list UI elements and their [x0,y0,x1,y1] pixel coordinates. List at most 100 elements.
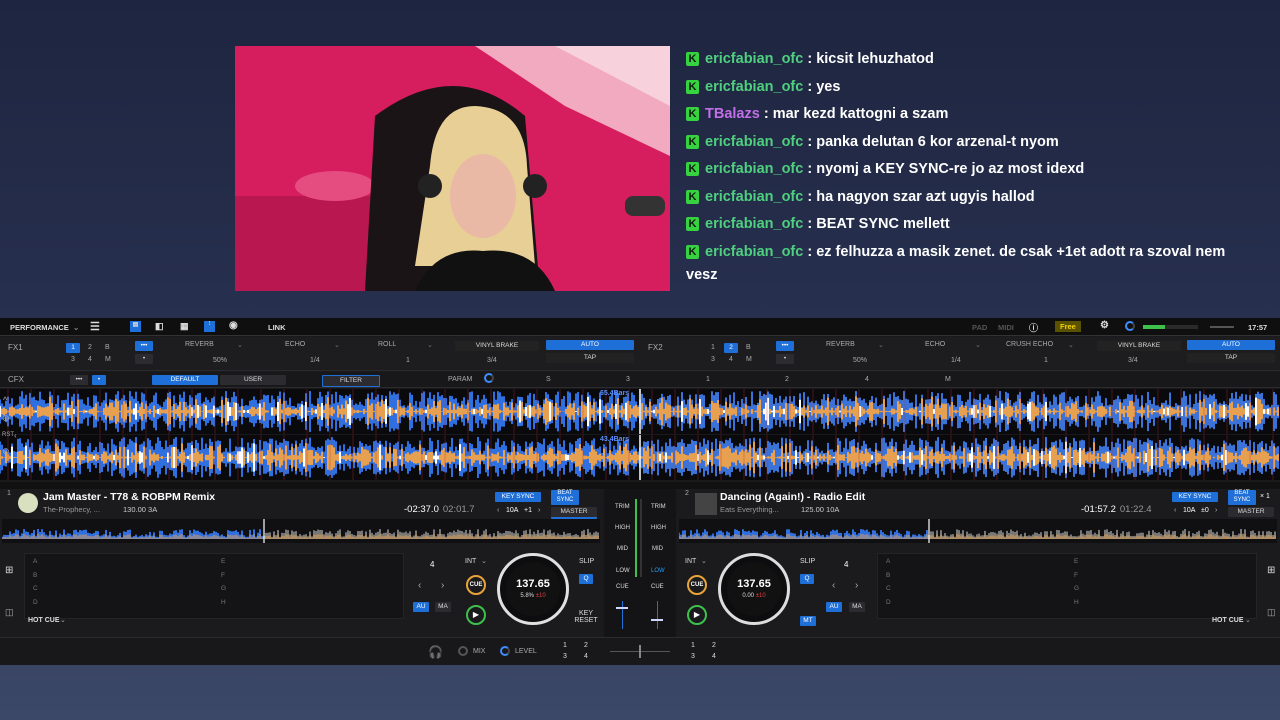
cfx-more-button[interactable]: ••• [70,375,88,385]
chevron-right-icon[interactable]: › [538,507,540,514]
pad-grid-icon[interactable]: ⊞ [1267,565,1275,576]
fx1-beat-m[interactable]: M [105,356,111,363]
fx2-more-button[interactable]: ••• [776,341,794,351]
deck2-pad-a[interactable]: A [886,558,890,565]
menu-icon[interactable]: ☰ [90,320,100,333]
reset-zoom-button[interactable]: RST [2,432,14,438]
cfx-power-button[interactable]: • [92,375,106,385]
chevron-left-icon[interactable]: ‹ [418,580,421,591]
free-badge[interactable]: Free [1055,321,1081,332]
deck2-quantize-button[interactable]: Q [800,574,814,584]
fx1-power-button[interactable]: • [135,354,153,364]
deck2-pad-f[interactable]: F [1074,572,1078,579]
deck2-pad-e[interactable]: E [1074,558,1078,565]
sampler-bank-4b[interactable]: 4 [712,653,716,660]
deck2-pad-b[interactable]: B [886,572,890,579]
deck1-hotcue-select[interactable]: HOT CUE [28,617,60,624]
deck1-slip-button[interactable]: SLIP [579,558,594,565]
chat-username[interactable]: ericfabian_ofc [705,216,803,232]
deck1-play-button[interactable]: ▶ [466,605,486,625]
chevron-down-icon[interactable]: ⌄ [1068,341,1074,349]
gear-icon[interactable]: ⚙ [1100,320,1109,331]
deck2-hotcue-select[interactable]: HOT CUE [1212,617,1244,624]
chevron-left-icon[interactable]: ‹ [497,507,499,514]
deck2-volume-fader[interactable] [657,601,658,629]
deck1-ma-button[interactable]: MA [435,602,451,612]
deck1-fader-handle[interactable] [616,607,628,609]
fx1-slot1[interactable]: REVERB [185,341,214,348]
chevron-right-icon[interactable]: › [855,580,858,591]
fx2-beat-2[interactable]: 2 [724,343,738,353]
zoom-in-icon[interactable]: ⊕ [2,413,10,424]
zoom-out-icon[interactable]: ⊖ [2,446,10,457]
crossfader-handle[interactable] [639,645,641,658]
chat-username[interactable]: TBalazs [705,106,760,122]
sampler-bank-1[interactable]: 1 [563,642,567,649]
deck1-pad-a[interactable]: A [33,558,37,565]
deck1-quantize-button[interactable]: Q [579,574,593,584]
deck2-beat-sync-button[interactable]: BEAT SYNC [1228,490,1256,505]
chevron-down-icon[interactable]: ⌄ [73,323,79,332]
fx1-tap-button[interactable]: TAP [546,353,634,363]
deck1-waveform[interactable]: 65.4Bars [0,389,1280,434]
chevron-down-icon[interactable]: ⌄ [481,557,487,565]
deck2-pad-g[interactable]: G [1074,585,1079,592]
deck2-master-button[interactable]: MASTER [1228,507,1274,517]
record-icon[interactable]: ◉ [229,320,238,331]
fx2-slot3[interactable]: CRUSH ECHO [1006,341,1053,348]
deck2-slip-button[interactable]: SLIP [800,558,815,565]
deck2-overview[interactable] [679,519,1277,543]
sampler-icon[interactable]: ◫ [5,607,14,618]
deck2-waveform[interactable]: 43.4Bars [0,435,1280,480]
deck2-pad-h[interactable]: H [1074,599,1079,606]
fx2-beat-3[interactable]: 3 [711,356,715,363]
fx1-vinyl-brake[interactable]: VINYL BRAKE [455,341,539,351]
fx1-beat-2[interactable]: 2 [88,344,92,351]
chevron-left-icon[interactable]: ‹ [1174,507,1176,514]
chevron-right-icon[interactable]: › [1215,507,1217,514]
performance-mode-select[interactable]: PERFORMANCE [10,323,69,332]
deck1-key-sync-button[interactable]: KEY SYNC [495,492,541,502]
fx2-slot1[interactable]: REVERB [826,341,855,348]
chat-username[interactable]: ericfabian_ofc [705,134,803,150]
deck2-cue-button[interactable]: CUE [687,575,707,595]
info-icon[interactable]: ⓘ [1029,321,1038,334]
fx2-beat-m[interactable]: M [746,356,752,363]
deck1-jog-wheel[interactable]: 137.65 5.8% ±10 [497,553,569,625]
deck2-mt-button[interactable]: MT [800,616,816,626]
headphones-icon[interactable]: 🎧 [428,645,443,659]
fx1-beat-b[interactable]: B [105,344,110,351]
chat-username[interactable]: ericfabian_ofc [705,161,803,177]
deck1-pad-c[interactable]: C [33,585,38,592]
grid-view-icon[interactable]: ▦ [180,321,189,332]
chevron-left-icon[interactable]: ‹ [14,431,17,440]
fx2-beat-b[interactable]: B [746,344,751,351]
master-volume-slider[interactable] [1210,326,1234,328]
deck1-int-select[interactable]: INT [465,558,476,565]
fx2-slot2[interactable]: ECHO [925,341,945,348]
fx1-slot2[interactable]: ECHO [285,341,305,348]
deck1-cue-button[interactable]: CUE [466,575,486,595]
deck1-beat-sync-button[interactable]: BEAT SYNC [551,490,579,505]
fx2-beat-4[interactable]: 4 [729,356,733,363]
fx1-auto-button[interactable]: AUTO [546,340,634,350]
link-button[interactable]: LINK [268,323,286,332]
deck1-overview[interactable] [2,519,600,543]
fx2-beat-1[interactable]: 1 [711,344,715,351]
deck2-play-button[interactable]: ▶ [687,605,707,625]
deck2-au-button[interactable]: AU [826,602,842,612]
fx1-beat-3[interactable]: 3 [71,356,75,363]
deck2-fader-handle[interactable] [651,619,663,621]
layout-view-icon[interactable]: ▤ [130,321,141,332]
chevron-down-icon[interactable]: ⌄ [878,341,884,349]
deck1-master-button[interactable]: MASTER [551,507,597,519]
deck2-key-sync-button[interactable]: KEY SYNC [1172,492,1218,502]
chat-username[interactable]: ericfabian_ofc [705,51,803,67]
chevron-left-icon[interactable]: ‹ [832,580,835,591]
chevron-up-icon[interactable]: ^ [3,395,7,405]
deck2-int-select[interactable]: INT [685,558,696,565]
sampler-bank-3b[interactable]: 3 [691,653,695,660]
chevron-down-icon[interactable]: ⌄ [237,341,243,349]
deck2-beat-multiplier[interactable]: × 1 [1260,493,1270,500]
chevron-down-icon[interactable]: ⌄ [701,557,707,565]
